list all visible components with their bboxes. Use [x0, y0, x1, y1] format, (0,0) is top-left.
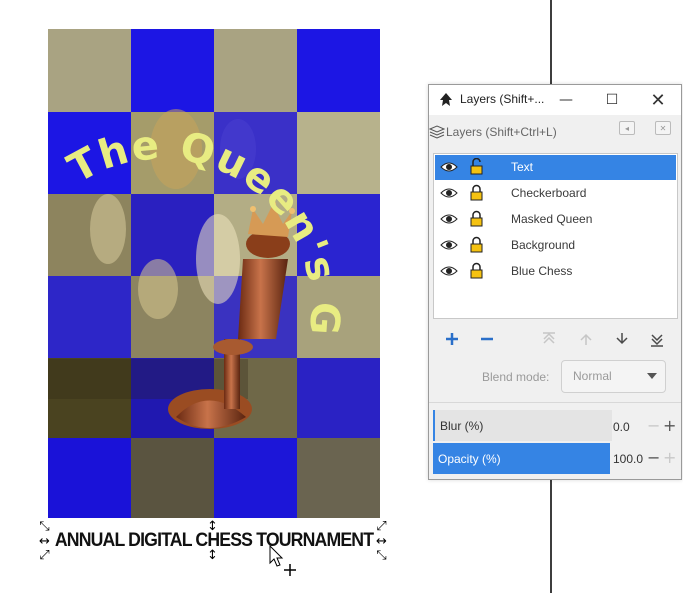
eye-icon[interactable]: [440, 186, 458, 200]
divider: [429, 402, 681, 403]
raise-to-top-icon: [543, 332, 555, 344]
panel-close-button[interactable]: ✕: [655, 121, 671, 135]
blend-mode-label: Blend mode:: [482, 370, 550, 384]
layers-icon: [429, 125, 445, 139]
lock-icon[interactable]: [470, 262, 483, 279]
resize-handle-ne[interactable]: ⤢: [375, 520, 388, 533]
layer-row-text[interactable]: Text: [435, 155, 676, 180]
lock-icon[interactable]: [470, 210, 483, 227]
layer-row-background[interactable]: Background: [435, 233, 676, 258]
lower-icon: [616, 333, 628, 345]
layer-name: Masked Queen: [511, 212, 593, 226]
resize-handle-n[interactable]: ↕: [206, 520, 219, 533]
panel-dock-button[interactable]: ◂: [619, 121, 635, 135]
layer-row-blue-chess[interactable]: Blue Chess: [435, 259, 676, 284]
poster-image[interactable]: The Queen's Gambit: [48, 29, 380, 518]
eye-icon[interactable]: [440, 212, 458, 226]
raise-icon: [580, 333, 592, 345]
unlock-icon[interactable]: [470, 158, 483, 175]
opacity-increment-button[interactable]: +: [663, 450, 676, 466]
layer-row-masked-queen[interactable]: Masked Queen: [435, 207, 676, 232]
blend-mode-select[interactable]: Normal: [561, 360, 666, 393]
eye-icon[interactable]: [440, 160, 458, 174]
blur-slider[interactable]: Blur (%): [433, 410, 612, 441]
close-button[interactable]: ✕: [635, 85, 681, 115]
inkscape-icon: [440, 93, 452, 106]
maximize-button[interactable]: ☐: [589, 85, 635, 115]
layer-name: Blue Chess: [511, 264, 573, 278]
lock-icon[interactable]: [470, 236, 483, 253]
layer-name: Background: [511, 238, 576, 252]
dialog-titlebar[interactable]: Layers (Shift+... — ☐ ✕: [429, 85, 681, 115]
lower-to-bottom-button[interactable]: [647, 329, 667, 349]
resize-handle-w[interactable]: ↔: [38, 535, 51, 548]
layer-name: Text: [511, 160, 534, 174]
resize-handle-se[interactable]: ⤡: [375, 549, 388, 562]
resize-handle-s[interactable]: ↕: [206, 549, 219, 562]
blur-label: Blur (%): [440, 419, 484, 433]
add-layer-button[interactable]: [442, 329, 462, 349]
opacity-label: Opacity (%): [438, 452, 501, 466]
lower-layer-button[interactable]: [612, 329, 632, 349]
resize-handle-sw[interactable]: ⤢: [38, 549, 51, 562]
blur-value[interactable]: 0.0: [613, 420, 630, 434]
raise-to-top-button[interactable]: [539, 329, 559, 349]
poster-svg: The Queen's Gambit: [48, 29, 380, 518]
opacity-value[interactable]: 100.0: [613, 452, 643, 466]
raise-layer-button[interactable]: [576, 329, 596, 349]
eye-icon[interactable]: [440, 264, 458, 278]
blur-increment-button[interactable]: +: [663, 418, 676, 434]
mouse-pointer-icon: [269, 545, 296, 576]
lock-icon[interactable]: [470, 184, 483, 201]
minus-icon: [481, 337, 493, 341]
dialog-title: Layers (Shift+...: [460, 92, 545, 106]
remove-layer-button[interactable]: [477, 329, 497, 349]
minimize-button[interactable]: —: [543, 85, 589, 115]
resize-handle-e[interactable]: ↔: [375, 535, 388, 548]
opacity-decrement-button[interactable]: −: [647, 450, 660, 466]
lower-to-bottom-icon: [651, 334, 663, 347]
eye-icon[interactable]: [440, 238, 458, 252]
resize-handle-nw[interactable]: ⤡: [38, 520, 51, 533]
opacity-slider[interactable]: Opacity (%): [433, 443, 610, 474]
plus-icon: [446, 333, 458, 345]
layers-dialog[interactable]: Layers (Shift+... — ☐ ✕ Layers (Shift+Ct…: [428, 84, 682, 480]
chevron-down-icon: [647, 373, 657, 379]
blur-decrement-button[interactable]: −: [647, 418, 660, 434]
panel-header: Layers (Shift+Ctrl+L): [429, 115, 681, 143]
layers-list[interactable]: Text Checkerboard Masked Queen Backgroun…: [433, 153, 678, 319]
layer-row-checkerboard[interactable]: Checkerboard: [435, 181, 676, 206]
blend-mode-value: Normal: [573, 369, 612, 383]
layer-name: Checkerboard: [511, 186, 587, 200]
panel-title: Layers (Shift+Ctrl+L): [446, 125, 557, 139]
